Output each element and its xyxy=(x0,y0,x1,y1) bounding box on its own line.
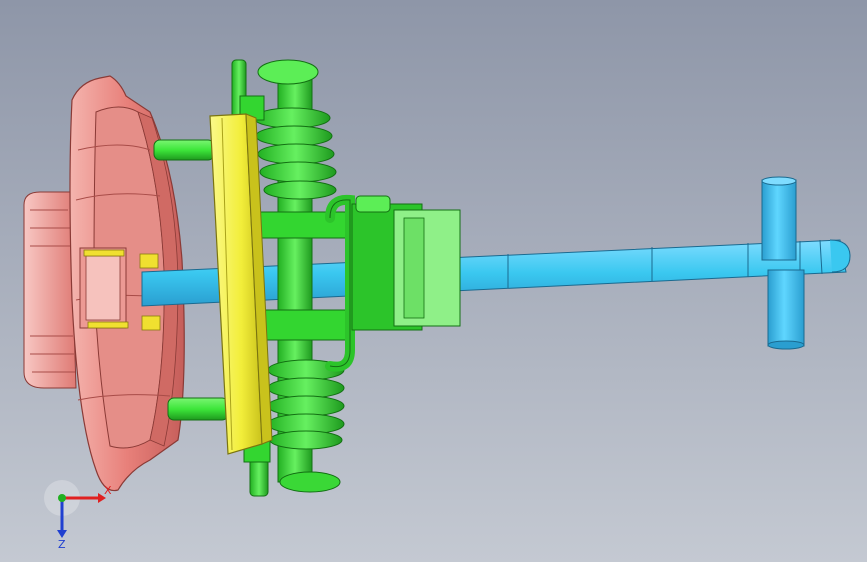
cad-viewport[interactable]: X Z xyxy=(0,0,867,562)
y-axis-dot xyxy=(58,494,66,502)
z-axis-arrowhead xyxy=(57,530,67,538)
cad-model[interactable] xyxy=(0,0,867,562)
x-axis-label: X xyxy=(104,484,112,497)
z-axis-label: Z xyxy=(58,538,66,548)
orientation-triad: X Z xyxy=(44,480,112,548)
